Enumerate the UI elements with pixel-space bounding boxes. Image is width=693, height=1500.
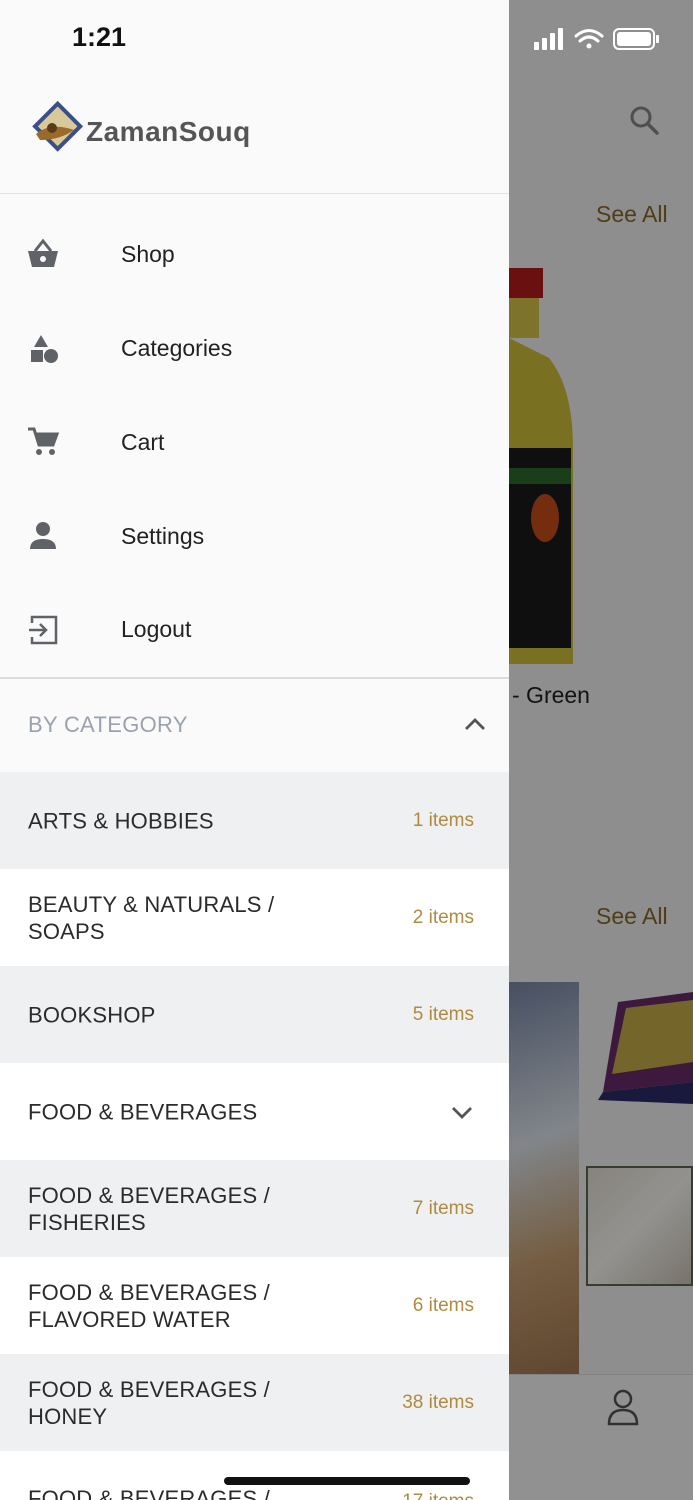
category-name: ARTS & HOBBIES: [28, 808, 214, 833]
category-name: FOOD & BEVERAGES / FISHERIES: [28, 1182, 270, 1235]
battery-icon: [613, 28, 659, 50]
category-count: 5 items: [412, 1003, 474, 1025]
menu-item-logout[interactable]: Logout: [0, 583, 509, 677]
menu-item-settings[interactable]: Settings: [0, 489, 509, 583]
category-row-flavored-water[interactable]: FOOD & BEVERAGES / FLAVORED WATER 6 item…: [0, 1257, 509, 1354]
logout-icon: [29, 615, 58, 645]
category-name: BOOKSHOP: [28, 1002, 156, 1027]
signal-icon: [534, 28, 563, 50]
status-bar: 1:21: [0, 0, 693, 80]
cart-icon: [28, 427, 60, 456]
menu-item-label: Settings: [121, 522, 205, 549]
category-section-title: BY CATEGORY: [28, 712, 188, 737]
menu-item-label: Shop: [121, 241, 175, 268]
basket-icon: [28, 238, 58, 267]
category-row-honey[interactable]: FOOD & BEVERAGES / HONEY 38 items: [0, 1354, 509, 1451]
status-time: 1:21: [72, 22, 127, 52]
category-row-food-beverages[interactable]: FOOD & BEVERAGES: [0, 1063, 509, 1160]
category-name: FOOD & BEVERAGES / HONEY: [28, 1376, 270, 1429]
category-row-partial[interactable]: FOOD & BEVERAGES / 17 items: [0, 1451, 509, 1500]
home-indicator: [224, 1477, 470, 1485]
menu-item-shop[interactable]: Shop: [0, 208, 509, 302]
drawer-scrim[interactable]: [509, 0, 693, 1500]
wifi-icon: [574, 29, 604, 49]
category-section-header[interactable]: BY CATEGORY: [0, 679, 509, 772]
category-count: 2 items: [412, 906, 474, 928]
chevron-up-icon[interactable]: [462, 712, 488, 738]
menu-item-label: Cart: [121, 428, 165, 455]
menu-item-cart[interactable]: Cart: [0, 396, 509, 490]
category-count: 6 items: [412, 1294, 474, 1316]
chevron-down-icon[interactable]: [449, 1099, 475, 1125]
drawer-header: ZamanSouq: [0, 80, 509, 194]
category-row-arts-hobbies[interactable]: ARTS & HOBBIES 1 items: [0, 772, 509, 869]
category-name: BEAUTY & NATURALS / SOAPS: [28, 891, 275, 944]
category-count: 7 items: [412, 1197, 474, 1219]
status-icons: [534, 28, 659, 50]
category-list: ARTS & HOBBIES 1 items BEAUTY & NATURALS…: [0, 772, 509, 1500]
drawer-menu: Shop Categories Cart Settings Logout: [0, 208, 509, 677]
brand-name: ZamanSouq: [86, 116, 251, 147]
category-name: FOOD & BEVERAGES /: [28, 1486, 270, 1500]
category-name: FOOD & BEVERAGES / FLAVORED WATER: [28, 1279, 270, 1332]
category-count: 1 items: [412, 809, 474, 831]
navigation-drawer: ZamanSouq Shop Categories Cart Settings …: [0, 0, 509, 1500]
category-row-fisheries[interactable]: FOOD & BEVERAGES / FISHERIES 7 items: [0, 1160, 509, 1257]
category-name: FOOD & BEVERAGES: [28, 1099, 258, 1124]
menu-item-label: Logout: [121, 616, 192, 643]
category-count: 17 items: [402, 1491, 474, 1500]
person-icon: [30, 522, 56, 550]
category-row-bookshop[interactable]: BOOKSHOP 5 items: [0, 966, 509, 1063]
zamansouq-logo-icon: [32, 100, 84, 152]
category-count: 38 items: [402, 1391, 474, 1413]
category-row-beauty-soaps[interactable]: BEAUTY & NATURALS / SOAPS 2 items: [0, 869, 509, 966]
menu-item-categories[interactable]: Categories: [0, 302, 509, 396]
menu-item-label: Categories: [121, 335, 233, 362]
shapes-icon: [31, 334, 58, 363]
